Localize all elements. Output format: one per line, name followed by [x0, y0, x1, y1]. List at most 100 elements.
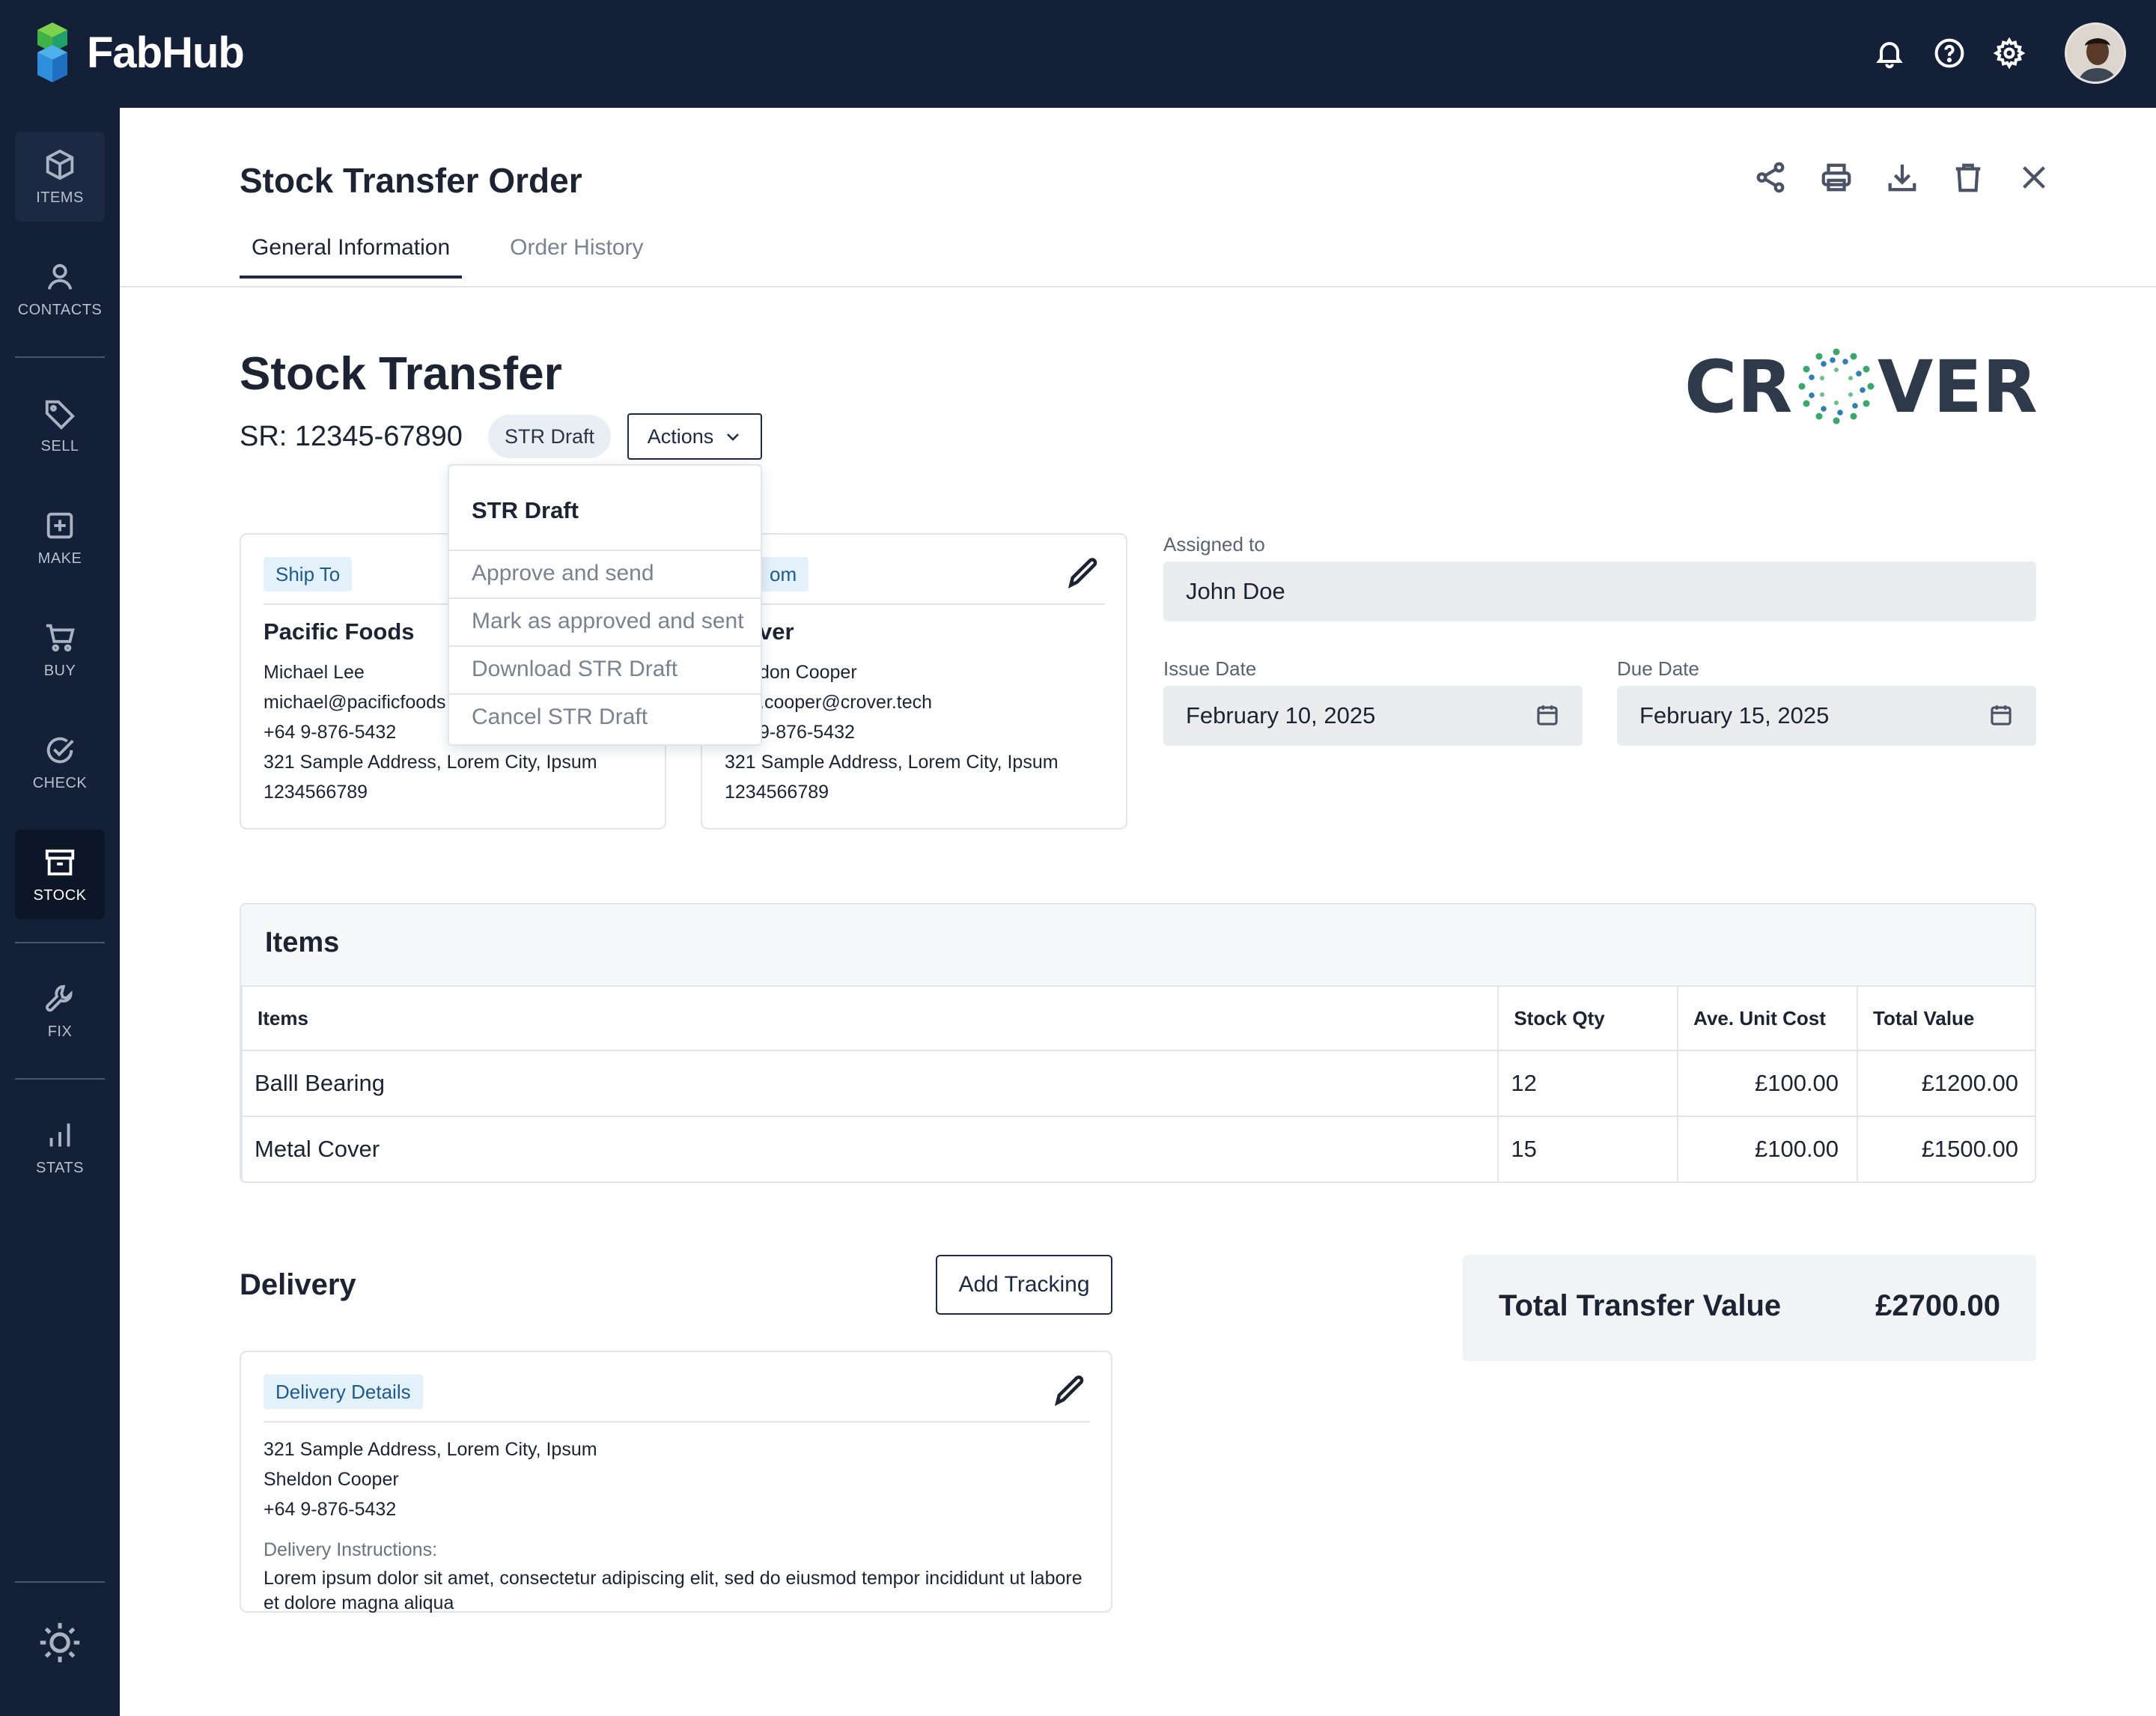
dropdown-header: STR Draft: [472, 497, 579, 523]
total-label: Total Transfer Value: [1499, 1289, 1782, 1322]
sidebar-divider: [15, 1078, 105, 1080]
table-row[interactable]: Balll Bearing 12 £100.00 £1200.00: [241, 1050, 2035, 1117]
sidebar-item-label: CHECK: [32, 774, 88, 791]
assigned-to-field[interactable]: John Doe: [1163, 562, 2036, 621]
delivery-phone: +64 9-876-5432: [264, 1499, 397, 1520]
sidebar-item-sell[interactable]: SELL: [15, 380, 105, 470]
actions-label: Actions: [647, 425, 714, 448]
document-title: Stock Transfer: [240, 348, 562, 400]
tab-general-information[interactable]: General Information: [240, 235, 463, 279]
bell-icon[interactable]: [1873, 37, 1906, 70]
menu-item-mark-approved-sent[interactable]: Mark as approved and sent: [449, 597, 761, 644]
column-header: Items: [241, 985, 1499, 1051]
items-panel: Items Items Stock Qty Ave. Unit Cost Tot…: [240, 903, 2036, 1183]
menu-item-download-draft[interactable]: Download STR Draft: [449, 645, 761, 692]
ship-from-email: .cooper@crover.tech: [759, 692, 933, 713]
sidebar-item-make[interactable]: MAKE: [15, 493, 105, 582]
delivery-details-card: Delivery Details 321 Sample Address, Lor…: [240, 1351, 1112, 1613]
actions-dropdown-button[interactable]: Actions: [627, 413, 762, 460]
help-icon[interactable]: [1933, 37, 1966, 70]
due-date-field[interactable]: February 15, 2025: [1617, 686, 2036, 746]
tab-order-history[interactable]: Order History: [498, 235, 655, 279]
item-name: Metal Cover: [241, 1116, 1499, 1181]
calendar-icon[interactable]: [1535, 702, 1560, 728]
item-unit-cost: £100.00: [1677, 1050, 1859, 1117]
bar-chart-icon: [49, 1123, 70, 1146]
sidebar-item-stats[interactable]: STATS: [15, 1102, 105, 1192]
plus-square-icon: [46, 512, 73, 538]
ship-to-code: 1234566789: [264, 782, 368, 803]
item-total: £1200.00: [1857, 1050, 2035, 1117]
total-transfer-value-panel: Total Transfer Value £2700.00: [1463, 1255, 2036, 1361]
menu-item-approve-and-send[interactable]: Approve and send: [449, 550, 761, 596]
download-icon[interactable]: [1885, 160, 1919, 195]
card-divider: [725, 603, 1105, 605]
wrench-icon: [46, 985, 73, 1011]
item-qty: 12: [1497, 1050, 1679, 1117]
tag-icon: [45, 400, 75, 430]
sidebar: ITEMS CONTACTS SELL MAKE BUY CHECK STOCK…: [0, 108, 120, 1716]
ship-from-address: 321 Sample Address, Lorem City, Ipsum: [725, 752, 1059, 773]
ship-to-address: 321 Sample Address, Lorem City, Ipsum: [264, 752, 597, 773]
gear-icon[interactable]: [1993, 37, 2026, 70]
cart-icon: [46, 624, 75, 651]
tabs-divider: [120, 286, 2156, 287]
edit-ship-from-button[interactable]: [1065, 554, 1102, 595]
items-table: Items Stock Qty Ave. Unit Cost Total Val…: [241, 985, 2035, 1181]
fabhub-logo-icon: [33, 21, 72, 84]
theme-toggle[interactable]: [15, 1605, 105, 1680]
share-icon[interactable]: [1753, 160, 1788, 195]
sidebar-item-stock[interactable]: STOCK: [15, 830, 105, 919]
print-icon[interactable]: [1819, 160, 1854, 195]
trash-icon[interactable]: [1951, 160, 1985, 195]
item-qty: 15: [1497, 1116, 1679, 1181]
delivery-details-tag: Delivery Details: [264, 1375, 423, 1409]
chevron-down-icon: [727, 433, 740, 441]
ship-to-tag: Ship To: [264, 557, 353, 591]
sidebar-item-label: STATS: [36, 1159, 84, 1176]
item-unit-cost: £100.00: [1677, 1116, 1859, 1181]
calendar-icon[interactable]: [1988, 702, 2014, 728]
avatar[interactable]: [2065, 22, 2126, 84]
items-title: Items: [265, 927, 340, 958]
sun-icon: [40, 1622, 80, 1663]
sidebar-item-label: STOCK: [33, 886, 87, 904]
delivery-instructions-label: Delivery Instructions:: [264, 1539, 438, 1560]
issue-date-value: February 10, 2025: [1186, 702, 1376, 728]
sidebar-item-label: ITEMS: [36, 189, 84, 206]
sidebar-item-check[interactable]: CHECK: [15, 717, 105, 807]
crover-logo: CR VER: [1684, 344, 2044, 429]
add-tracking-button[interactable]: Add Tracking: [936, 1255, 1112, 1315]
sidebar-item-contacts[interactable]: CONTACTS: [15, 244, 105, 334]
fabhub-logo[interactable]: FabHub: [33, 21, 245, 84]
main-content: Stock Transfer Order General Information…: [120, 108, 2156, 1716]
archive-icon: [45, 849, 75, 875]
close-icon[interactable]: [2017, 160, 2051, 195]
sidebar-item-label: SELL: [40, 437, 79, 454]
sidebar-item-label: FIX: [47, 1023, 73, 1040]
table-row[interactable]: Metal Cover 15 £100.00 £1500.00: [241, 1116, 2035, 1181]
sidebar-item-items[interactable]: ITEMS: [15, 132, 105, 222]
sidebar-item-label: BUY: [43, 662, 76, 679]
pencil-icon: [1054, 1375, 1084, 1406]
sidebar-divider: [15, 942, 105, 943]
issue-date-label: Issue Date: [1163, 657, 1257, 680]
sidebar-item-label: MAKE: [37, 550, 82, 567]
total-value: £2700.00: [1875, 1289, 2000, 1322]
user-icon: [47, 264, 73, 290]
item-total: £1500.00: [1857, 1116, 2035, 1181]
sidebar-divider: [15, 356, 105, 358]
page-title: Stock Transfer Order: [240, 161, 582, 200]
delivery-address: 321 Sample Address, Lorem City, Ipsum: [264, 1439, 597, 1460]
actions-dropdown-menu: STR Draft Approve and send Mark as appro…: [448, 464, 762, 746]
ship-to-company: Pacific Foods: [264, 618, 415, 645]
sidebar-item-label: CONTACTS: [17, 301, 103, 318]
card-divider: [264, 1421, 1090, 1423]
check-circle-icon: [46, 737, 74, 763]
edit-delivery-button[interactable]: [1051, 1372, 1088, 1413]
menu-item-cancel-draft[interactable]: Cancel STR Draft: [449, 693, 761, 740]
issue-date-field[interactable]: February 10, 2025: [1163, 686, 1583, 746]
due-date-value: February 15, 2025: [1639, 702, 1830, 728]
sidebar-item-fix[interactable]: FIX: [15, 966, 105, 1056]
sidebar-item-buy[interactable]: BUY: [15, 605, 105, 695]
